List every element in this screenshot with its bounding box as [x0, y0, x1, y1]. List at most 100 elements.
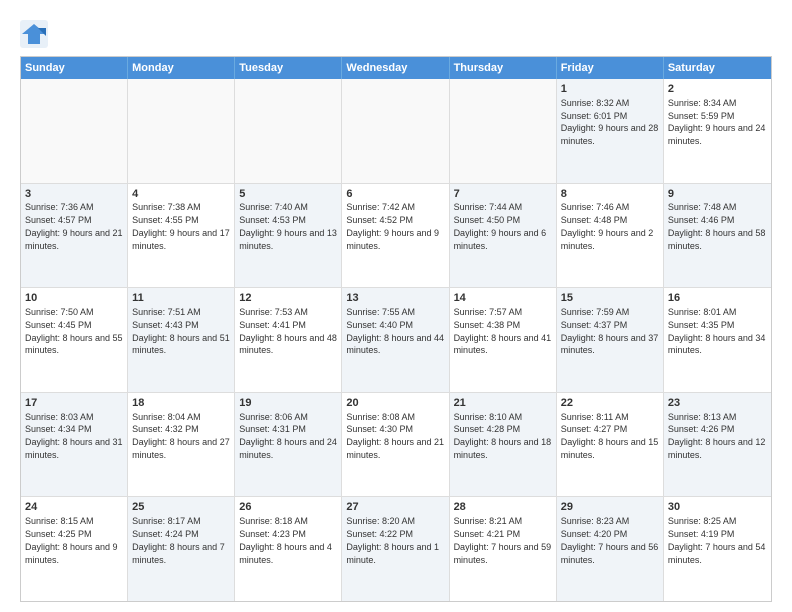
- calendar-cell-r1c2: 5Sunrise: 7:40 AM Sunset: 4:53 PM Daylig…: [235, 184, 342, 288]
- header-day-saturday: Saturday: [664, 57, 771, 79]
- calendar-row-2: 10Sunrise: 7:50 AM Sunset: 4:45 PM Dayli…: [21, 288, 771, 393]
- day-info: Sunrise: 7:46 AM Sunset: 4:48 PM Dayligh…: [561, 202, 654, 250]
- logo-icon: [20, 20, 48, 48]
- calendar-cell-r0c4: [450, 79, 557, 183]
- day-number: 11: [132, 291, 230, 306]
- calendar-cell-r0c2: [235, 79, 342, 183]
- day-info: Sunrise: 8:17 AM Sunset: 4:24 PM Dayligh…: [132, 516, 225, 564]
- day-info: Sunrise: 8:21 AM Sunset: 4:21 PM Dayligh…: [454, 516, 552, 564]
- calendar-cell-r2c0: 10Sunrise: 7:50 AM Sunset: 4:45 PM Dayli…: [21, 288, 128, 392]
- day-number: 3: [25, 187, 123, 202]
- calendar-cell-r4c3: 27Sunrise: 8:20 AM Sunset: 4:22 PM Dayli…: [342, 497, 449, 601]
- calendar-cell-r1c4: 7Sunrise: 7:44 AM Sunset: 4:50 PM Daylig…: [450, 184, 557, 288]
- day-info: Sunrise: 8:04 AM Sunset: 4:32 PM Dayligh…: [132, 412, 230, 460]
- calendar-cell-r2c5: 15Sunrise: 7:59 AM Sunset: 4:37 PM Dayli…: [557, 288, 664, 392]
- calendar-cell-r2c3: 13Sunrise: 7:55 AM Sunset: 4:40 PM Dayli…: [342, 288, 449, 392]
- calendar-cell-r4c1: 25Sunrise: 8:17 AM Sunset: 4:24 PM Dayli…: [128, 497, 235, 601]
- day-number: 28: [454, 500, 552, 515]
- day-info: Sunrise: 7:44 AM Sunset: 4:50 PM Dayligh…: [454, 202, 547, 250]
- day-number: 17: [25, 396, 123, 411]
- header-day-friday: Friday: [557, 57, 664, 79]
- day-info: Sunrise: 7:48 AM Sunset: 4:46 PM Dayligh…: [668, 202, 766, 250]
- calendar-cell-r1c1: 4Sunrise: 7:38 AM Sunset: 4:55 PM Daylig…: [128, 184, 235, 288]
- calendar-cell-r0c0: [21, 79, 128, 183]
- day-number: 23: [668, 396, 767, 411]
- day-info: Sunrise: 7:36 AM Sunset: 4:57 PM Dayligh…: [25, 202, 123, 250]
- calendar-cell-r0c3: [342, 79, 449, 183]
- day-info: Sunrise: 7:51 AM Sunset: 4:43 PM Dayligh…: [132, 307, 230, 355]
- day-number: 21: [454, 396, 552, 411]
- day-number: 16: [668, 291, 767, 306]
- day-number: 27: [346, 500, 444, 515]
- day-info: Sunrise: 8:25 AM Sunset: 4:19 PM Dayligh…: [668, 516, 766, 564]
- day-number: 1: [561, 82, 659, 97]
- calendar-cell-r3c4: 21Sunrise: 8:10 AM Sunset: 4:28 PM Dayli…: [450, 393, 557, 497]
- day-number: 6: [346, 187, 444, 202]
- calendar-cell-r4c4: 28Sunrise: 8:21 AM Sunset: 4:21 PM Dayli…: [450, 497, 557, 601]
- calendar-cell-r3c1: 18Sunrise: 8:04 AM Sunset: 4:32 PM Dayli…: [128, 393, 235, 497]
- calendar-cell-r4c5: 29Sunrise: 8:23 AM Sunset: 4:20 PM Dayli…: [557, 497, 664, 601]
- day-info: Sunrise: 7:42 AM Sunset: 4:52 PM Dayligh…: [346, 202, 439, 250]
- header-day-wednesday: Wednesday: [342, 57, 449, 79]
- day-info: Sunrise: 8:11 AM Sunset: 4:27 PM Dayligh…: [561, 412, 659, 460]
- day-info: Sunrise: 7:53 AM Sunset: 4:41 PM Dayligh…: [239, 307, 337, 355]
- day-number: 22: [561, 396, 659, 411]
- calendar-row-3: 17Sunrise: 8:03 AM Sunset: 4:34 PM Dayli…: [21, 393, 771, 498]
- calendar-cell-r2c4: 14Sunrise: 7:57 AM Sunset: 4:38 PM Dayli…: [450, 288, 557, 392]
- day-info: Sunrise: 8:03 AM Sunset: 4:34 PM Dayligh…: [25, 412, 123, 460]
- day-number: 15: [561, 291, 659, 306]
- page: SundayMondayTuesdayWednesdayThursdayFrid…: [0, 0, 792, 612]
- day-info: Sunrise: 8:20 AM Sunset: 4:22 PM Dayligh…: [346, 516, 439, 564]
- header-day-tuesday: Tuesday: [235, 57, 342, 79]
- calendar-cell-r1c3: 6Sunrise: 7:42 AM Sunset: 4:52 PM Daylig…: [342, 184, 449, 288]
- calendar-cell-r4c6: 30Sunrise: 8:25 AM Sunset: 4:19 PM Dayli…: [664, 497, 771, 601]
- header-day-monday: Monday: [128, 57, 235, 79]
- calendar-cell-r3c0: 17Sunrise: 8:03 AM Sunset: 4:34 PM Dayli…: [21, 393, 128, 497]
- header: [20, 16, 772, 48]
- calendar-cell-r0c1: [128, 79, 235, 183]
- day-number: 4: [132, 187, 230, 202]
- header-day-sunday: Sunday: [21, 57, 128, 79]
- day-number: 13: [346, 291, 444, 306]
- day-number: 14: [454, 291, 552, 306]
- calendar-cell-r1c5: 8Sunrise: 7:46 AM Sunset: 4:48 PM Daylig…: [557, 184, 664, 288]
- day-info: Sunrise: 8:06 AM Sunset: 4:31 PM Dayligh…: [239, 412, 337, 460]
- calendar-cell-r3c5: 22Sunrise: 8:11 AM Sunset: 4:27 PM Dayli…: [557, 393, 664, 497]
- calendar-cell-r3c2: 19Sunrise: 8:06 AM Sunset: 4:31 PM Dayli…: [235, 393, 342, 497]
- day-info: Sunrise: 7:55 AM Sunset: 4:40 PM Dayligh…: [346, 307, 444, 355]
- day-info: Sunrise: 8:01 AM Sunset: 4:35 PM Dayligh…: [668, 307, 766, 355]
- day-info: Sunrise: 8:08 AM Sunset: 4:30 PM Dayligh…: [346, 412, 444, 460]
- calendar-cell-r2c1: 11Sunrise: 7:51 AM Sunset: 4:43 PM Dayli…: [128, 288, 235, 392]
- day-info: Sunrise: 8:23 AM Sunset: 4:20 PM Dayligh…: [561, 516, 659, 564]
- day-number: 7: [454, 187, 552, 202]
- day-number: 12: [239, 291, 337, 306]
- day-number: 9: [668, 187, 767, 202]
- calendar-cell-r3c3: 20Sunrise: 8:08 AM Sunset: 4:30 PM Dayli…: [342, 393, 449, 497]
- day-info: Sunrise: 8:18 AM Sunset: 4:23 PM Dayligh…: [239, 516, 332, 564]
- calendar-row-1: 3Sunrise: 7:36 AM Sunset: 4:57 PM Daylig…: [21, 184, 771, 289]
- day-info: Sunrise: 8:34 AM Sunset: 5:59 PM Dayligh…: [668, 98, 766, 146]
- day-number: 24: [25, 500, 123, 515]
- day-info: Sunrise: 7:50 AM Sunset: 4:45 PM Dayligh…: [25, 307, 123, 355]
- calendar-cell-r1c0: 3Sunrise: 7:36 AM Sunset: 4:57 PM Daylig…: [21, 184, 128, 288]
- day-info: Sunrise: 8:32 AM Sunset: 6:01 PM Dayligh…: [561, 98, 659, 146]
- calendar-body: 1Sunrise: 8:32 AM Sunset: 6:01 PM Daylig…: [21, 79, 771, 601]
- header-day-thursday: Thursday: [450, 57, 557, 79]
- calendar-cell-r2c6: 16Sunrise: 8:01 AM Sunset: 4:35 PM Dayli…: [664, 288, 771, 392]
- day-number: 25: [132, 500, 230, 515]
- calendar-header: SundayMondayTuesdayWednesdayThursdayFrid…: [21, 57, 771, 79]
- calendar-cell-r1c6: 9Sunrise: 7:48 AM Sunset: 4:46 PM Daylig…: [664, 184, 771, 288]
- day-info: Sunrise: 7:40 AM Sunset: 4:53 PM Dayligh…: [239, 202, 337, 250]
- calendar-cell-r0c6: 2Sunrise: 8:34 AM Sunset: 5:59 PM Daylig…: [664, 79, 771, 183]
- day-number: 26: [239, 500, 337, 515]
- day-number: 2: [668, 82, 767, 97]
- day-info: Sunrise: 8:10 AM Sunset: 4:28 PM Dayligh…: [454, 412, 552, 460]
- day-info: Sunrise: 7:59 AM Sunset: 4:37 PM Dayligh…: [561, 307, 659, 355]
- day-info: Sunrise: 8:15 AM Sunset: 4:25 PM Dayligh…: [25, 516, 118, 564]
- day-number: 30: [668, 500, 767, 515]
- day-number: 29: [561, 500, 659, 515]
- day-number: 19: [239, 396, 337, 411]
- day-info: Sunrise: 7:57 AM Sunset: 4:38 PM Dayligh…: [454, 307, 552, 355]
- day-number: 20: [346, 396, 444, 411]
- day-info: Sunrise: 7:38 AM Sunset: 4:55 PM Dayligh…: [132, 202, 230, 250]
